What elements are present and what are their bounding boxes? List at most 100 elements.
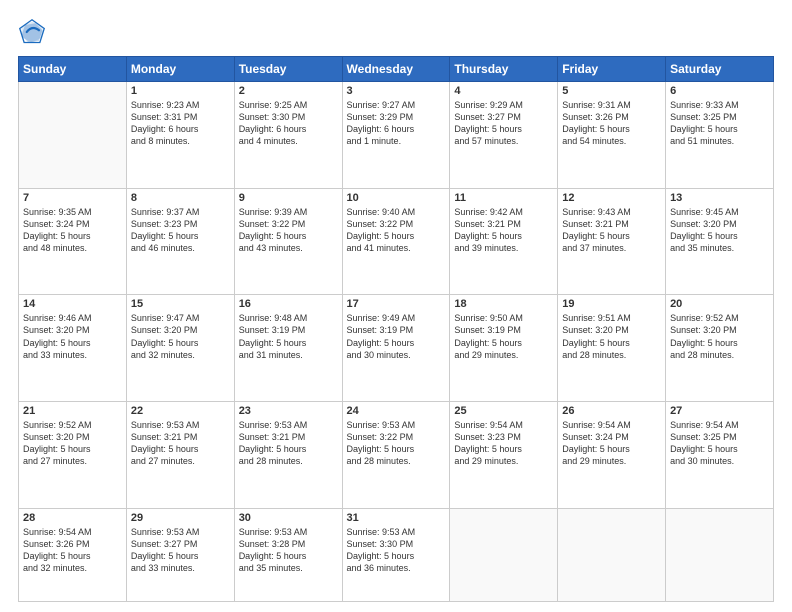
day-info: Sunrise: 9:47 AM Sunset: 3:20 PM Dayligh…	[131, 312, 230, 361]
calendar-cell: 6 Sunrise: 9:33 AM Sunset: 3:25 PM Daylig…	[666, 82, 774, 189]
calendar-cell: 9 Sunrise: 9:39 AM Sunset: 3:22 PM Daylig…	[234, 188, 342, 295]
day-number: 16	[239, 298, 338, 310]
calendar-cell: 27 Sunrise: 9:54 AM Sunset: 3:25 PM Dayli…	[666, 401, 774, 508]
day-info: Sunrise: 9:50 AM Sunset: 3:19 PM Dayligh…	[454, 312, 553, 361]
calendar-header-row: SundayMondayTuesdayWednesdayThursdayFrid…	[19, 57, 774, 82]
day-info: Sunrise: 9:29 AM Sunset: 3:27 PM Dayligh…	[454, 99, 553, 148]
day-info: Sunrise: 9:49 AM Sunset: 3:19 PM Dayligh…	[347, 312, 446, 361]
day-number: 7	[23, 192, 122, 204]
day-info: Sunrise: 9:53 AM Sunset: 3:28 PM Dayligh…	[239, 526, 338, 575]
day-info: Sunrise: 9:53 AM Sunset: 3:27 PM Dayligh…	[131, 526, 230, 575]
calendar-cell	[558, 508, 666, 601]
weekday-header-tuesday: Tuesday	[234, 57, 342, 82]
calendar-cell: 29 Sunrise: 9:53 AM Sunset: 3:27 PM Dayli…	[126, 508, 234, 601]
day-info: Sunrise: 9:23 AM Sunset: 3:31 PM Dayligh…	[131, 99, 230, 148]
day-info: Sunrise: 9:51 AM Sunset: 3:20 PM Dayligh…	[562, 312, 661, 361]
calendar-cell: 24Sunrise: 9:53 AM Sunset: 3:22 PM Dayli…	[342, 401, 450, 508]
day-number: 25	[454, 405, 553, 417]
header	[18, 18, 774, 46]
day-info: Sunrise: 9:54 AM Sunset: 3:25 PM Dayligh…	[670, 419, 769, 468]
day-number: 11	[454, 192, 553, 204]
calendar-week-1: 1 Sunrise: 9:23 AM Sunset: 3:31 PM Daylig…	[19, 82, 774, 189]
calendar-cell: 2 Sunrise: 9:25 AM Sunset: 3:30 PM Daylig…	[234, 82, 342, 189]
calendar-cell: 19 Sunrise: 9:51 AM Sunset: 3:20 PM Dayli…	[558, 295, 666, 402]
day-number: 19	[562, 298, 661, 310]
calendar-cell	[666, 508, 774, 601]
page: SundayMondayTuesdayWednesdayThursdayFrid…	[0, 0, 792, 612]
calendar-cell: 22 Sunrise: 9:53 AM Sunset: 3:21 PM Dayli…	[126, 401, 234, 508]
calendar-cell: 12 Sunrise: 9:43 AM Sunset: 3:21 PM Dayli…	[558, 188, 666, 295]
day-info: Sunrise: 9:53 AM Sunset: 3:21 PM Dayligh…	[239, 419, 338, 468]
day-info: Sunrise: 9:45 AM Sunset: 3:20 PM Dayligh…	[670, 206, 769, 255]
weekday-header-thursday: Thursday	[450, 57, 558, 82]
calendar-cell	[450, 508, 558, 601]
day-number: 10	[347, 192, 446, 204]
weekday-header-saturday: Saturday	[666, 57, 774, 82]
calendar-cell: 5 Sunrise: 9:31 AM Sunset: 3:26 PM Daylig…	[558, 82, 666, 189]
day-number: 30	[239, 512, 338, 524]
day-number: 8	[131, 192, 230, 204]
day-number: 14	[23, 298, 122, 310]
day-number: 22	[131, 405, 230, 417]
day-info: Sunrise: 9:27 AM Sunset: 3:29 PM Dayligh…	[347, 99, 446, 148]
day-info: Sunrise: 9:40 AM Sunset: 3:22 PM Dayligh…	[347, 206, 446, 255]
calendar-cell	[19, 82, 127, 189]
day-number: 6	[670, 85, 769, 97]
calendar-cell: 7 Sunrise: 9:35 AM Sunset: 3:24 PM Daylig…	[19, 188, 127, 295]
day-number: 5	[562, 85, 661, 97]
calendar-cell: 18Sunrise: 9:50 AM Sunset: 3:19 PM Dayli…	[450, 295, 558, 402]
day-info: Sunrise: 9:53 AM Sunset: 3:21 PM Dayligh…	[131, 419, 230, 468]
calendar-cell: 20Sunrise: 9:52 AM Sunset: 3:20 PM Dayli…	[666, 295, 774, 402]
weekday-header-friday: Friday	[558, 57, 666, 82]
day-number: 2	[239, 85, 338, 97]
day-info: Sunrise: 9:52 AM Sunset: 3:20 PM Dayligh…	[23, 419, 122, 468]
day-number: 4	[454, 85, 553, 97]
day-info: Sunrise: 9:48 AM Sunset: 3:19 PM Dayligh…	[239, 312, 338, 361]
day-info: Sunrise: 9:53 AM Sunset: 3:30 PM Dayligh…	[347, 526, 446, 575]
calendar-cell: 14 Sunrise: 9:46 AM Sunset: 3:20 PM Dayli…	[19, 295, 127, 402]
calendar-table: SundayMondayTuesdayWednesdayThursdayFrid…	[18, 56, 774, 602]
calendar-cell: 3 Sunrise: 9:27 AM Sunset: 3:29 PM Daylig…	[342, 82, 450, 189]
day-number: 21	[23, 405, 122, 417]
calendar-week-5: 28Sunrise: 9:54 AM Sunset: 3:26 PM Dayli…	[19, 508, 774, 601]
day-number: 20	[670, 298, 769, 310]
day-info: Sunrise: 9:25 AM Sunset: 3:30 PM Dayligh…	[239, 99, 338, 148]
weekday-header-wednesday: Wednesday	[342, 57, 450, 82]
calendar-cell: 13 Sunrise: 9:45 AM Sunset: 3:20 PM Dayli…	[666, 188, 774, 295]
day-number: 15	[131, 298, 230, 310]
day-number: 29	[131, 512, 230, 524]
day-info: Sunrise: 9:33 AM Sunset: 3:25 PM Dayligh…	[670, 99, 769, 148]
day-info: Sunrise: 9:35 AM Sunset: 3:24 PM Dayligh…	[23, 206, 122, 255]
day-number: 13	[670, 192, 769, 204]
calendar-cell: 21 Sunrise: 9:52 AM Sunset: 3:20 PM Dayli…	[19, 401, 127, 508]
day-info: Sunrise: 9:39 AM Sunset: 3:22 PM Dayligh…	[239, 206, 338, 255]
day-number: 23	[239, 405, 338, 417]
logo	[18, 18, 50, 46]
day-info: Sunrise: 9:53 AM Sunset: 3:22 PM Dayligh…	[347, 419, 446, 468]
day-info: Sunrise: 9:43 AM Sunset: 3:21 PM Dayligh…	[562, 206, 661, 255]
day-info: Sunrise: 9:31 AM Sunset: 3:26 PM Dayligh…	[562, 99, 661, 148]
calendar-cell: 23 Sunrise: 9:53 AM Sunset: 3:21 PM Dayli…	[234, 401, 342, 508]
calendar-cell: 31 Sunrise: 9:53 AM Sunset: 3:30 PM Dayli…	[342, 508, 450, 601]
calendar-cell: 11Sunrise: 9:42 AM Sunset: 3:21 PM Dayli…	[450, 188, 558, 295]
calendar-cell: 4 Sunrise: 9:29 AM Sunset: 3:27 PM Daylig…	[450, 82, 558, 189]
day-number: 9	[239, 192, 338, 204]
day-info: Sunrise: 9:37 AM Sunset: 3:23 PM Dayligh…	[131, 206, 230, 255]
day-number: 27	[670, 405, 769, 417]
calendar-cell: 26Sunrise: 9:54 AM Sunset: 3:24 PM Dayli…	[558, 401, 666, 508]
calendar-cell: 1 Sunrise: 9:23 AM Sunset: 3:31 PM Daylig…	[126, 82, 234, 189]
day-number: 12	[562, 192, 661, 204]
day-number: 26	[562, 405, 661, 417]
calendar-cell: 8 Sunrise: 9:37 AM Sunset: 3:23 PM Daylig…	[126, 188, 234, 295]
day-info: Sunrise: 9:46 AM Sunset: 3:20 PM Dayligh…	[23, 312, 122, 361]
calendar-cell: 28Sunrise: 9:54 AM Sunset: 3:26 PM Dayli…	[19, 508, 127, 601]
day-info: Sunrise: 9:54 AM Sunset: 3:26 PM Dayligh…	[23, 526, 122, 575]
day-number: 31	[347, 512, 446, 524]
calendar-cell: 15 Sunrise: 9:47 AM Sunset: 3:20 PM Dayli…	[126, 295, 234, 402]
day-number: 3	[347, 85, 446, 97]
weekday-header-sunday: Sunday	[19, 57, 127, 82]
calendar-cell: 10 Sunrise: 9:40 AM Sunset: 3:22 PM Dayli…	[342, 188, 450, 295]
calendar-week-3: 14 Sunrise: 9:46 AM Sunset: 3:20 PM Dayli…	[19, 295, 774, 402]
calendar-week-2: 7 Sunrise: 9:35 AM Sunset: 3:24 PM Daylig…	[19, 188, 774, 295]
day-number: 1	[131, 85, 230, 97]
